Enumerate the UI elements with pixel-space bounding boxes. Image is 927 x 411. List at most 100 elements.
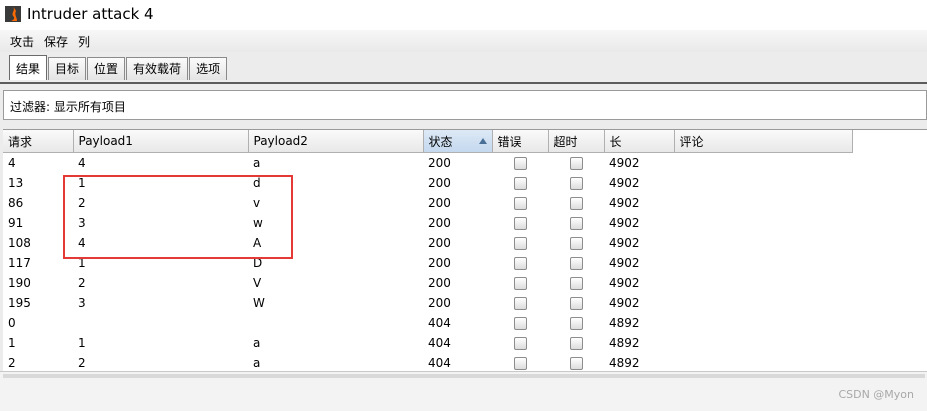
cell-error xyxy=(492,313,548,333)
cell-error xyxy=(492,273,548,293)
table-row[interactable]: 0 404 4892 xyxy=(3,313,852,333)
column-header-payload1[interactable]: Payload1 xyxy=(73,130,249,153)
cell-comment xyxy=(674,173,852,193)
table-row[interactable]: 13 1 d 200 4902 xyxy=(3,173,852,193)
cell-length: 4902 xyxy=(609,276,640,290)
timeout-checkbox[interactable] xyxy=(569,277,583,290)
horizontal-scrollbar[interactable] xyxy=(3,374,925,378)
column-header-status[interactable]: 状态 xyxy=(423,130,493,153)
table-row[interactable]: 91 3 w 200 4902 xyxy=(3,213,852,233)
timeout-checkbox[interactable] xyxy=(569,257,583,270)
error-checkbox[interactable] xyxy=(513,257,527,270)
cell-payload2: A xyxy=(253,236,262,250)
cell-length: 4892 xyxy=(609,316,640,330)
tab-bar: 结果 目标 位置 有效载荷 选项 xyxy=(0,52,927,84)
timeout-checkbox[interactable] xyxy=(569,177,583,190)
cell-payload1: 3 xyxy=(78,296,86,310)
cell-payload2: a xyxy=(253,356,261,370)
error-checkbox[interactable] xyxy=(513,237,527,250)
table-row[interactable]: 195 3 W 200 4902 xyxy=(3,293,852,313)
cell-length: 4892 xyxy=(609,336,640,350)
cell-request: 4 xyxy=(8,156,16,170)
table-row[interactable]: 190 2 V 200 4902 xyxy=(3,273,852,293)
cell-comment xyxy=(674,273,852,293)
menu-attack[interactable]: 攻击 xyxy=(0,33,39,50)
error-checkbox[interactable] xyxy=(513,157,527,170)
cell-status: 404 xyxy=(428,336,451,350)
table-row[interactable]: 1 1 a 404 4892 xyxy=(3,333,852,353)
cell-comment xyxy=(674,333,852,353)
error-checkbox[interactable] xyxy=(513,197,527,210)
table-row[interactable]: 108 4 A 200 4902 xyxy=(3,233,852,253)
cell-status: 404 xyxy=(428,356,451,370)
cell-error xyxy=(492,193,548,213)
timeout-checkbox[interactable] xyxy=(569,317,583,330)
cell-payload2: w xyxy=(253,216,263,230)
cell-comment xyxy=(674,193,852,213)
cell-timeout xyxy=(548,253,604,273)
table-row[interactable]: 4 4 a 200 4902 xyxy=(3,153,852,174)
tab-target[interactable]: 目标 xyxy=(48,57,87,80)
cell-timeout xyxy=(548,353,604,372)
cell-payload1: 4 xyxy=(78,236,86,250)
burp-app-icon xyxy=(5,6,21,22)
cell-error xyxy=(492,333,548,353)
tab-options[interactable]: 选项 xyxy=(189,57,228,80)
title-bar: Intruder attack 4 xyxy=(0,0,927,30)
timeout-checkbox[interactable] xyxy=(569,337,583,350)
column-header-timeout[interactable]: 超时 xyxy=(548,130,605,153)
table-row[interactable]: 117 1 D 200 4902 xyxy=(3,253,852,273)
cell-request: 86 xyxy=(8,196,24,210)
error-checkbox[interactable] xyxy=(513,297,527,310)
error-checkbox[interactable] xyxy=(513,357,527,370)
cell-comment xyxy=(674,353,852,372)
error-checkbox[interactable] xyxy=(513,217,527,230)
cell-timeout xyxy=(548,173,604,193)
column-header-payload2[interactable]: Payload2 xyxy=(248,130,424,153)
timeout-checkbox[interactable] xyxy=(569,237,583,250)
table-row[interactable]: 2 2 a 404 4892 xyxy=(3,353,852,372)
cell-error xyxy=(492,353,548,372)
menu-columns[interactable]: 列 xyxy=(73,33,95,50)
cell-payload2: d xyxy=(253,176,261,190)
error-checkbox[interactable] xyxy=(513,177,527,190)
column-header-comment[interactable]: 评论 xyxy=(674,130,853,153)
cell-payload1: 1 xyxy=(78,336,86,350)
cell-request: 117 xyxy=(8,256,31,270)
timeout-checkbox[interactable] xyxy=(569,157,583,170)
tab-positions[interactable]: 位置 xyxy=(87,57,126,80)
cell-error xyxy=(492,233,548,253)
cell-length: 4902 xyxy=(609,176,640,190)
cell-comment xyxy=(674,213,852,233)
column-header-request[interactable]: 请求 xyxy=(3,130,74,153)
error-checkbox[interactable] xyxy=(513,317,527,330)
column-header-length[interactable]: 长 xyxy=(604,130,675,153)
cell-request: 0 xyxy=(8,316,16,330)
error-checkbox[interactable] xyxy=(513,337,527,350)
cell-payload2: v xyxy=(253,196,261,210)
column-header-error[interactable]: 错误 xyxy=(492,130,549,153)
cell-payload1: 2 xyxy=(78,276,86,290)
filter-label: 过滤器: 显示所有项目 xyxy=(10,100,126,114)
cell-request: 195 xyxy=(8,296,31,310)
filter-bar[interactable]: 过滤器: 显示所有项目 xyxy=(3,90,927,120)
timeout-checkbox[interactable] xyxy=(569,217,583,230)
cell-status: 200 xyxy=(428,156,451,170)
timeout-checkbox[interactable] xyxy=(569,297,583,310)
timeout-checkbox[interactable] xyxy=(569,197,583,210)
results-table-container: 请求 Payload1 Payload2 状态 错误 超时 长 评论 4 4 a 20… xyxy=(3,129,927,372)
cell-comment xyxy=(674,233,852,253)
table-header-row: 请求 Payload1 Payload2 状态 错误 超时 长 评论 xyxy=(3,130,853,153)
timeout-checkbox[interactable] xyxy=(569,357,583,370)
cell-length: 4902 xyxy=(609,216,640,230)
error-checkbox[interactable] xyxy=(513,277,527,290)
cell-timeout xyxy=(548,153,604,174)
cell-status: 200 xyxy=(428,196,451,210)
tab-results[interactable]: 结果 xyxy=(9,55,48,80)
cell-comment xyxy=(674,253,852,273)
cell-payload2: a xyxy=(253,156,261,170)
menu-save[interactable]: 保存 xyxy=(39,33,73,50)
table-row[interactable]: 86 2 v 200 4902 xyxy=(3,193,852,213)
cell-payload2: a xyxy=(253,336,261,350)
tab-payloads[interactable]: 有效载荷 xyxy=(126,57,189,80)
